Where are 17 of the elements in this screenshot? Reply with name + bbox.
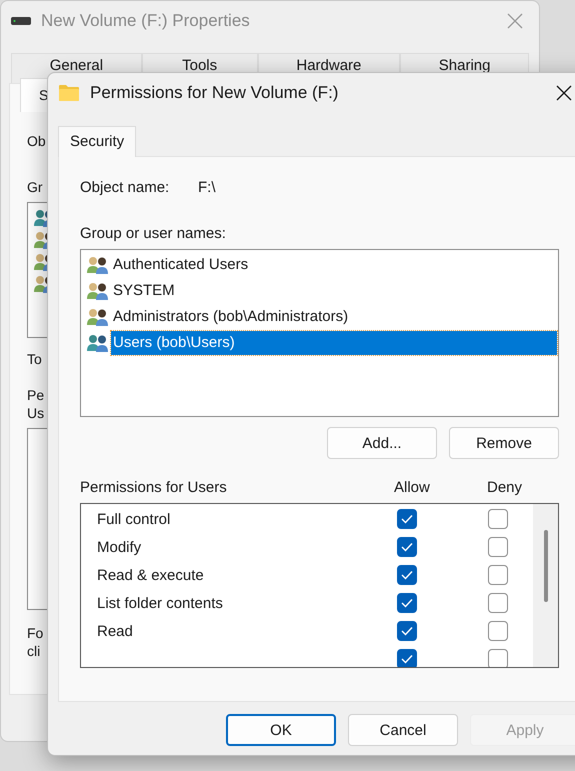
column-header: Deny (487, 479, 524, 497)
object-label: Ob (27, 132, 46, 150)
permission-label: Read (97, 622, 134, 640)
object-name-label: Object name: (80, 179, 170, 197)
permission-label: Modify (97, 538, 142, 556)
hint-text: To (27, 350, 42, 368)
column-header: Allow (394, 479, 431, 497)
window-title: New Volume (F:) Properties (41, 11, 250, 31)
footer-text: Fo cli (27, 624, 44, 660)
permissions-label: Pe Us (27, 386, 44, 422)
permissions-title: Permissions for Users (80, 479, 228, 497)
permission-label: Full control (97, 510, 172, 528)
permission-label: List folder contents (97, 594, 224, 612)
object-name: F:\ (198, 179, 216, 197)
group-label: Gr (27, 178, 43, 196)
group-label: Group or user names: (80, 225, 227, 243)
permission-label: Read & execute (97, 566, 205, 584)
